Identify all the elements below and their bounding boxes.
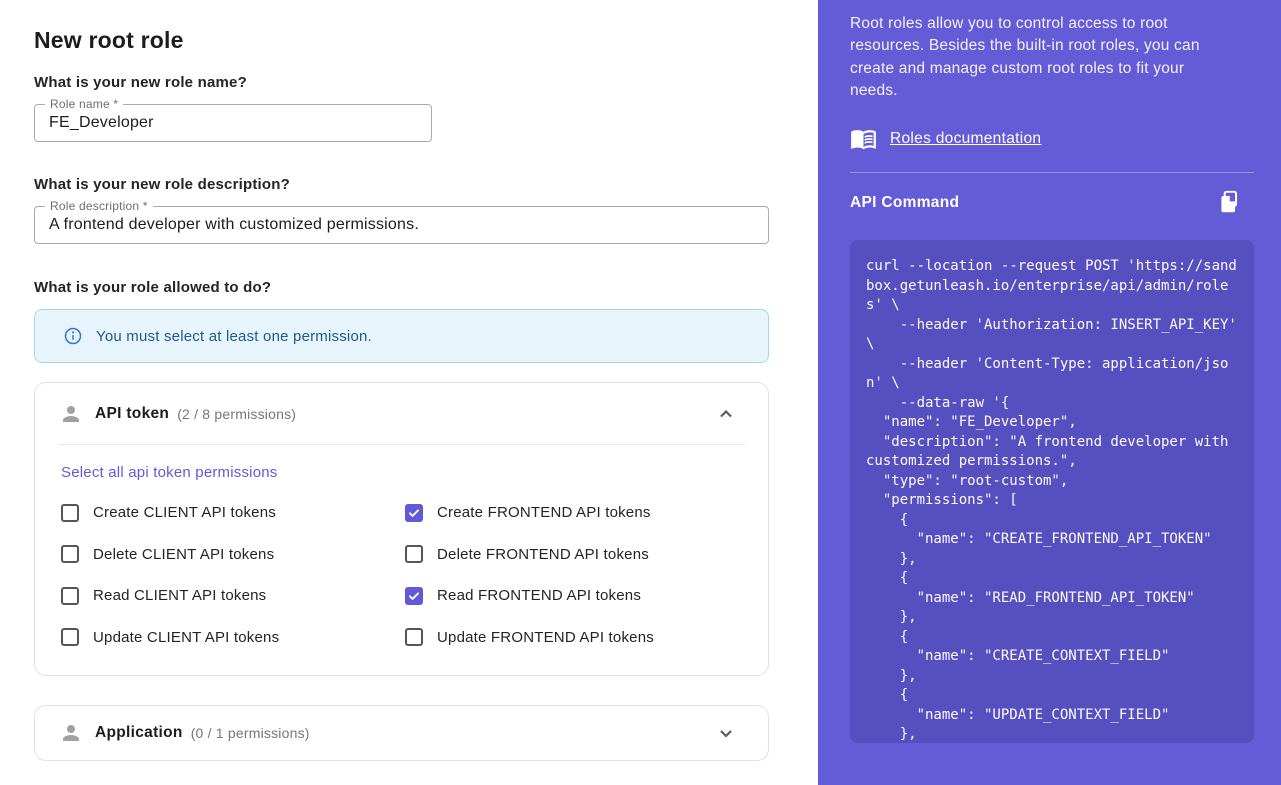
role-form-panel: New root role What is your new role name…: [0, 0, 818, 785]
permission-label: Read FRONTEND API tokens: [437, 587, 641, 604]
curl-command-text: curl --location --request POST 'https://…: [850, 240, 1254, 743]
permission-label: Update CLIENT API tokens: [93, 629, 279, 646]
permission-update-client-api-tokens[interactable]: Update CLIENT API tokens: [61, 617, 405, 659]
page-title: New root role: [34, 27, 184, 54]
permissions-grid: Create CLIENT API tokens Create FRONTEND…: [61, 492, 742, 658]
api-token-accordion-header[interactable]: API token (2 / 8 permissions): [35, 383, 768, 444]
roles-help-sidebar: Root roles allow you to control access t…: [818, 0, 1281, 785]
permission-delete-frontend-api-tokens[interactable]: Delete FRONTEND API tokens: [405, 534, 742, 576]
api-command-title: API Command: [850, 194, 959, 212]
permission-update-frontend-api-tokens[interactable]: Update FRONTEND API tokens: [405, 617, 742, 659]
permissions-info-alert: You must select at least one permission.: [34, 309, 769, 363]
permission-read-client-api-tokens[interactable]: Read CLIENT API tokens: [61, 575, 405, 617]
api-token-accordion: API token (2 / 8 permissions) Select all…: [34, 382, 769, 676]
user-icon: [59, 402, 83, 426]
checkbox-unchecked-icon[interactable]: [61, 628, 79, 646]
role-name-field-label: Role name *: [45, 97, 123, 112]
permission-label: Create FRONTEND API tokens: [437, 504, 651, 521]
role-description-field-label: Role description *: [45, 199, 153, 214]
application-accordion-header[interactable]: Application (0 / 1 permissions): [35, 706, 768, 760]
api-token-accordion-body: Select all api token permissions Create …: [35, 445, 768, 658]
checkbox-checked-icon[interactable]: [405, 587, 423, 605]
checkbox-checked-icon[interactable]: [405, 504, 423, 522]
api-token-permission-count: (2 / 8 permissions): [177, 406, 296, 422]
root-roles-description: Root roles allow you to control access t…: [850, 13, 1252, 102]
checkbox-unchecked-icon[interactable]: [405, 628, 423, 646]
checkbox-unchecked-icon[interactable]: [405, 545, 423, 563]
sidebar-divider: [850, 172, 1254, 173]
role-description-question: What is your new role description?: [34, 176, 290, 193]
info-icon: [64, 327, 82, 345]
permission-read-frontend-api-tokens[interactable]: Read FRONTEND API tokens: [405, 575, 742, 617]
application-accordion: Application (0 / 1 permissions): [34, 705, 769, 761]
permission-label: Delete CLIENT API tokens: [93, 546, 274, 563]
role-permissions-question: What is your role allowed to do?: [34, 279, 271, 296]
select-all-api-token-permissions-link[interactable]: Select all api token permissions: [61, 464, 278, 481]
api-command-code-block: curl --location --request POST 'https://…: [850, 240, 1254, 743]
checkbox-unchecked-icon[interactable]: [61, 545, 79, 563]
application-permission-count: (0 / 1 permissions): [191, 725, 310, 741]
permission-create-frontend-api-tokens[interactable]: Create FRONTEND API tokens: [405, 492, 742, 534]
roles-documentation-row[interactable]: Roles documentation: [850, 125, 1041, 152]
user-icon: [59, 721, 83, 745]
alert-message: You must select at least one permission.: [96, 328, 372, 345]
permission-label: Update FRONTEND API tokens: [437, 629, 654, 646]
permission-label: Create CLIENT API tokens: [93, 504, 276, 521]
role-description-field[interactable]: Role description *: [34, 206, 769, 244]
chevron-down-icon[interactable]: [714, 721, 738, 745]
role-name-field[interactable]: Role name *: [34, 104, 432, 142]
permission-delete-client-api-tokens[interactable]: Delete CLIENT API tokens: [61, 534, 405, 576]
application-section-title: Application: [95, 724, 183, 742]
roles-documentation-link[interactable]: Roles documentation: [890, 130, 1041, 148]
role-name-question: What is your new role name?: [34, 74, 247, 91]
api-token-section-title: API token: [95, 405, 169, 423]
permission-label: Read CLIENT API tokens: [93, 587, 266, 604]
permission-label: Delete FRONTEND API tokens: [437, 546, 649, 563]
new-root-role-page: New root role What is your new role name…: [0, 0, 1281, 785]
copy-icon[interactable]: [1216, 189, 1242, 215]
permission-create-client-api-tokens[interactable]: Create CLIENT API tokens: [61, 492, 405, 534]
chevron-up-icon[interactable]: [714, 402, 738, 426]
checkbox-unchecked-icon[interactable]: [61, 504, 79, 522]
checkbox-unchecked-icon[interactable]: [61, 587, 79, 605]
book-icon: [850, 125, 877, 152]
